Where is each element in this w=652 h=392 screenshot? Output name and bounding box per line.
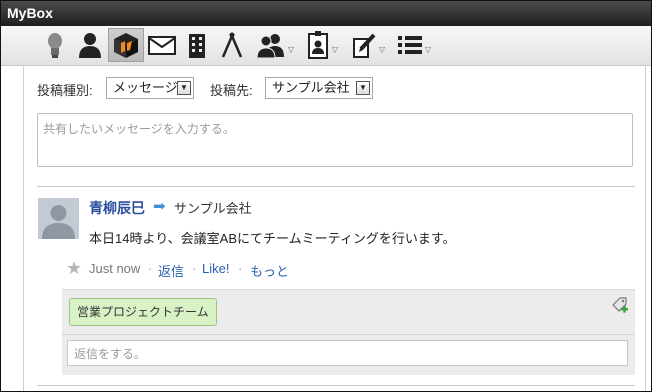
- star-icon[interactable]: ★: [66, 258, 82, 279]
- mail-icon: [148, 36, 176, 55]
- building-button[interactable]: [182, 28, 212, 62]
- app-window: MyBox ▽ ▽ ▽ ▽ 投稿種別: メッセージ ▼ 投稿先: サンプル会社 …: [0, 0, 652, 392]
- separator-dot: ·: [148, 261, 153, 276]
- post-author-link[interactable]: 青柳辰巳: [89, 198, 145, 218]
- post-destination-value: サンプル会社: [272, 80, 350, 95]
- tag-badge[interactable]: 営業プロジェクトチーム: [69, 298, 217, 326]
- reply-panel: 営業プロジェクトチーム 返信をする。: [62, 289, 635, 375]
- users-button[interactable]: ▽: [253, 28, 297, 62]
- chevron-down-icon: ▽: [331, 44, 339, 54]
- dropdown-arrow-icon: ▼: [177, 81, 191, 95]
- badge-button[interactable]: ▽: [301, 28, 343, 62]
- chevron-down-icon: ▽: [287, 44, 295, 54]
- person-button[interactable]: [73, 28, 107, 62]
- list-icon: [397, 36, 422, 54]
- post-destination-label: 投稿先:: [210, 83, 253, 98]
- compass-button[interactable]: [217, 28, 247, 62]
- list-button[interactable]: ▽: [393, 28, 435, 62]
- main-content: 投稿種別: メッセージ ▼ 投稿先: サンプル会社 ▼ 共有したいメッセージを入…: [23, 66, 646, 391]
- reply-input[interactable]: 返信をする。: [67, 340, 628, 366]
- post-destination-select[interactable]: サンプル会社 ▼: [265, 77, 373, 99]
- toolbar: ▽ ▽ ▽ ▽: [1, 26, 651, 66]
- post-type-select[interactable]: メッセージ ▼: [106, 77, 194, 99]
- avatar[interactable]: [38, 198, 79, 239]
- window-title: MyBox: [7, 5, 53, 21]
- dropdown-arrow-icon: ▼: [356, 81, 370, 95]
- post-time: Just now: [89, 261, 141, 276]
- divider: [37, 186, 635, 187]
- post-type-value: メッセージ: [113, 80, 178, 95]
- title-bar: MyBox: [1, 1, 651, 26]
- pencil-button[interactable]: ▽: [347, 28, 389, 62]
- separator-dot: ·: [238, 261, 243, 276]
- reply-placeholder: 返信をする。: [74, 347, 147, 361]
- post-target-link[interactable]: サンプル会社: [174, 198, 252, 217]
- building-icon: [189, 34, 205, 58]
- person-icon: [79, 33, 101, 58]
- divider: [62, 334, 635, 335]
- badge-icon: [307, 31, 328, 59]
- pencil-icon: [352, 33, 376, 58]
- box-icon: [114, 33, 138, 58]
- lightbulb-icon: [48, 33, 62, 58]
- lightbulb-button[interactable]: [39, 28, 71, 62]
- post-type-label: 投稿種別:: [37, 83, 93, 98]
- default-avatar-icon: [38, 198, 79, 239]
- mail-button[interactable]: [146, 28, 178, 62]
- post-message: 本日14時より、会議室ABにてチームミーティングを行います。: [89, 231, 456, 246]
- divider: [37, 385, 635, 386]
- arrow-right-icon: ➡: [153, 197, 166, 215]
- chevron-down-icon: ▽: [424, 44, 432, 54]
- message-placeholder: 共有したいメッセージを入力する。: [43, 122, 235, 136]
- like-link[interactable]: Like!: [202, 261, 229, 276]
- compass-icon: [221, 32, 243, 58]
- users-icon: [256, 34, 284, 58]
- message-input[interactable]: 共有したいメッセージを入力する。: [37, 113, 633, 167]
- chevron-down-icon: ▽: [378, 44, 386, 54]
- box-button[interactable]: [108, 28, 144, 62]
- reply-link[interactable]: 返信: [158, 261, 184, 280]
- add-tag-icon[interactable]: [611, 296, 629, 318]
- separator-dot: ·: [192, 261, 197, 276]
- more-link[interactable]: もっと: [250, 261, 289, 280]
